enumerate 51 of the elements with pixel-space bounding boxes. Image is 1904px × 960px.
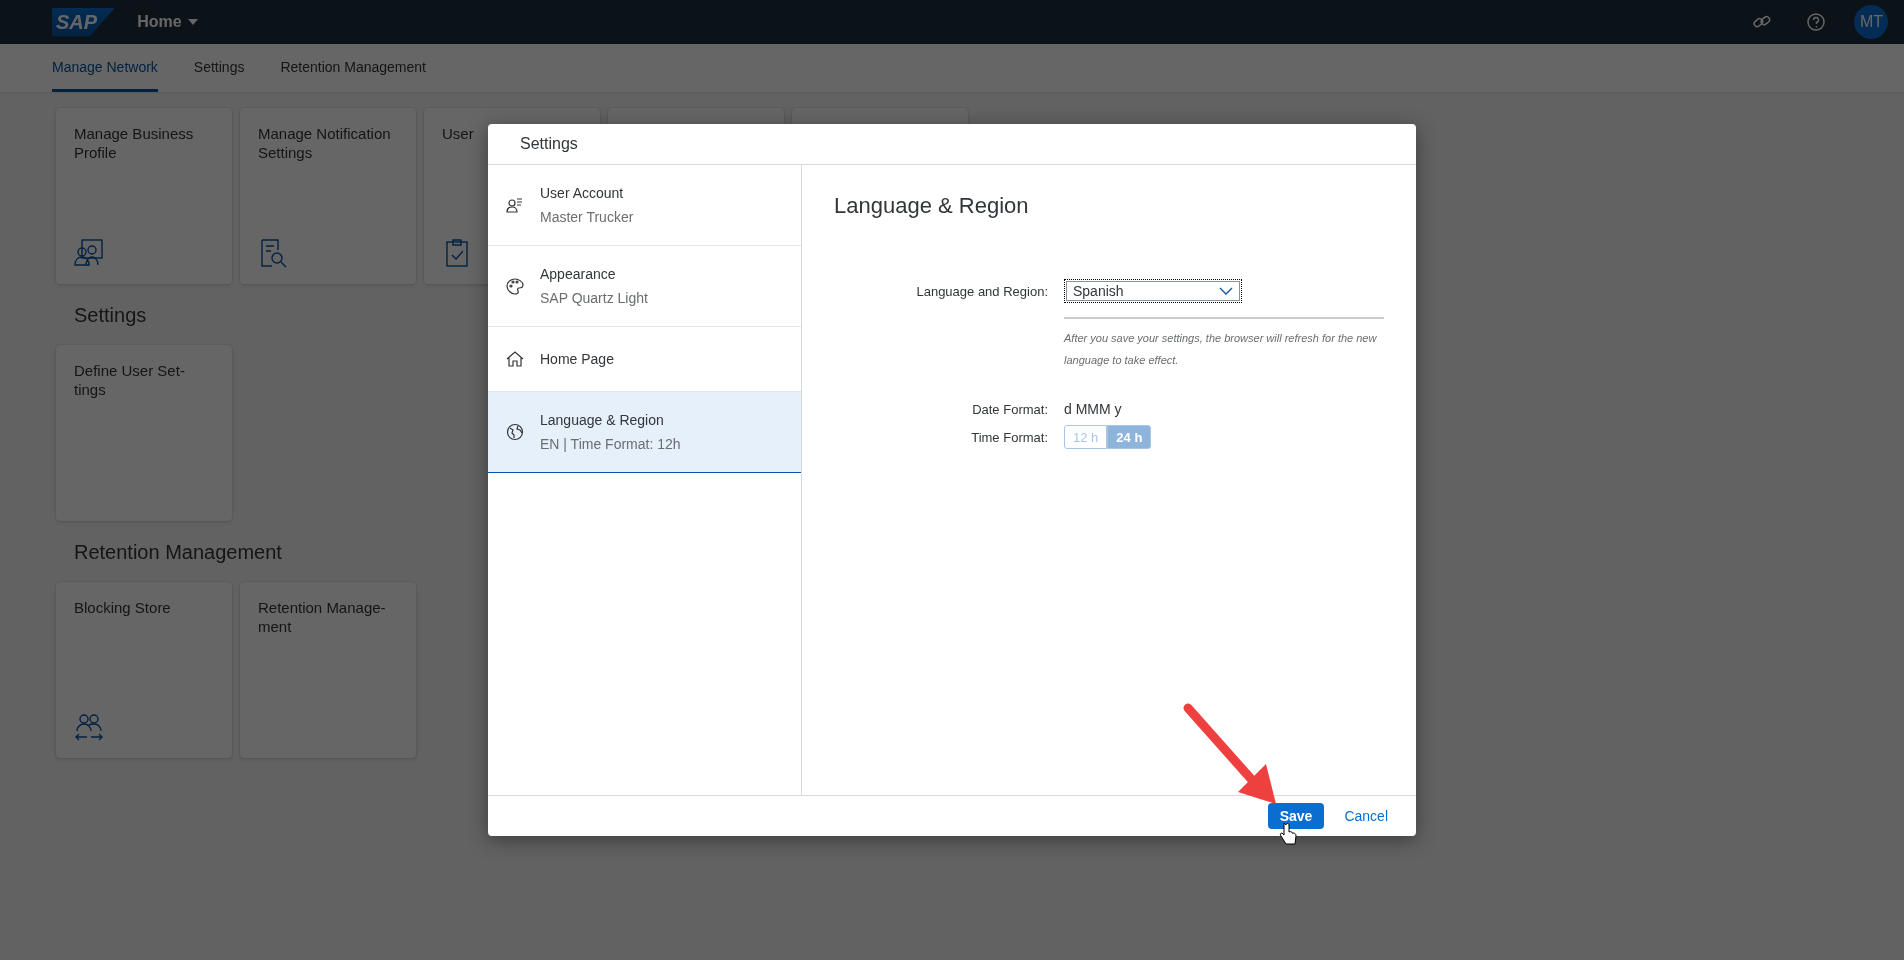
section-title: Settings [74, 304, 148, 327]
home-icon [506, 350, 524, 368]
tab[interactable]: Retention Management [280, 44, 426, 92]
document-search-icon [258, 238, 288, 268]
tile-title: Blocking Store [74, 598, 172, 617]
cancel-button[interactable]: Cancel [1340, 808, 1392, 824]
palette-icon [506, 277, 524, 295]
item-subtitle: Master Trucker [540, 209, 634, 225]
save-button[interactable]: Save [1267, 803, 1325, 829]
sap-logo[interactable]: SAP [52, 7, 116, 37]
settings-list-item[interactable]: Language & Region EN | Time Format: 12h [488, 392, 801, 473]
chevron-down-icon [1219, 287, 1233, 295]
item-title: Appearance [540, 266, 617, 282]
dialog-title: Settings [520, 135, 578, 153]
caret-icon [187, 19, 198, 25]
people-arrows-icon [74, 712, 104, 742]
settings-list-item[interactable]: User Account Master Trucker [488, 165, 801, 246]
field-label: Time Format: [970, 429, 1048, 445]
language-select[interactable]: Spanish [1064, 279, 1242, 303]
tile-title: Manage Notification Settings [258, 124, 392, 162]
tab[interactable]: Settings [193, 44, 245, 92]
tile-title: Define User Set- tings [74, 361, 186, 399]
app-tile[interactable]: Retention Manage- ment [240, 582, 416, 758]
field-label: Date Format: [971, 401, 1048, 417]
user-avatar[interactable]: MT [1854, 5, 1888, 39]
tab[interactable]: Manage Network [52, 44, 158, 92]
detail-heading: Language & Region [834, 193, 1030, 219]
home-menu-button[interactable]: Home [137, 13, 198, 31]
user-icon [506, 196, 524, 214]
tile-title: User [442, 124, 475, 143]
item-title: Home Page [540, 351, 614, 367]
date-format-value: d MMM y [1064, 401, 1123, 417]
tile-title: Retention Manage- ment [258, 598, 387, 636]
time-format-option[interactable]: 12 h [1064, 425, 1108, 449]
globe-icon [506, 423, 524, 441]
settings-list-item[interactable]: Appearance SAP Quartz Light [488, 246, 801, 327]
item-subtitle: EN | Time Format: 12h [540, 436, 681, 452]
item-title: Language & Region [540, 412, 665, 428]
field-label: Language and Region: [915, 283, 1048, 299]
profile-icon [74, 238, 104, 268]
section-title: Retention Management [74, 541, 283, 564]
time-format-option[interactable]: 24 h [1107, 425, 1152, 449]
item-title: User Account [540, 185, 625, 201]
app-tile[interactable]: Manage Notification Settings [240, 108, 416, 284]
settings-list-item[interactable]: Home Page [488, 327, 801, 392]
hint-text: After you save your settings, the browser will refresh for the new language to take effect. [1064, 331, 1378, 368]
app-tile[interactable]: Manage Business Profile [56, 108, 232, 284]
app-tile[interactable]: Blocking Store [56, 582, 232, 758]
tile-title: Manage Business Profile [74, 124, 195, 162]
item-subtitle: SAP Quartz Light [540, 290, 648, 306]
app-tile[interactable]: Define User Set- tings [56, 345, 232, 521]
